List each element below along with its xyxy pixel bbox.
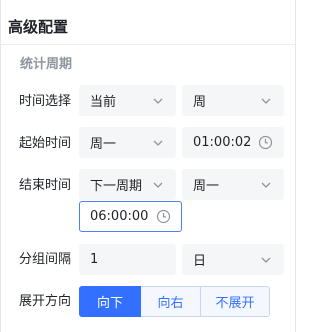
time-select-label: 时间选择 xyxy=(19,94,72,109)
time-select-unit-dropdown[interactable]: 周 xyxy=(182,85,284,116)
end-period-dropdown[interactable]: 下一周期 xyxy=(79,169,176,200)
expand-direction-label: 展开方向 xyxy=(19,294,72,309)
group-interval-input[interactable]: 1 xyxy=(79,244,176,275)
start-weekday-value: 周一 xyxy=(90,137,117,152)
chevron-down-icon xyxy=(153,98,163,104)
end-weekday-value: 周一 xyxy=(193,179,220,194)
group-interval-value: 1 xyxy=(90,252,99,267)
chevron-down-icon xyxy=(153,182,163,188)
chevron-down-icon xyxy=(261,182,271,188)
no-expand-option[interactable]: 不展开 xyxy=(201,286,270,317)
group-interval-unit-dropdown[interactable]: 日 xyxy=(182,244,284,275)
clock-icon xyxy=(156,209,171,224)
time-select-mode-value: 当前 xyxy=(90,95,117,110)
end-period-value: 下一周期 xyxy=(90,179,143,194)
expand-right-option[interactable]: 向右 xyxy=(141,286,201,317)
expand-direction-segmented-control: 向下 向右 不展开 xyxy=(79,286,270,317)
start-weekday-dropdown[interactable]: 周一 xyxy=(79,127,176,158)
expand-down-option[interactable]: 向下 xyxy=(79,286,141,317)
end-time-value: 06:00:00 xyxy=(90,209,149,224)
chevron-down-icon xyxy=(261,98,271,104)
end-time-label: 结束时间 xyxy=(19,178,72,193)
start-time-label: 起始时间 xyxy=(19,136,72,151)
start-time-picker[interactable]: 01:00:02 xyxy=(182,127,284,158)
section-title: 统计周期 xyxy=(20,57,73,72)
end-time-picker[interactable]: 06:00:00 xyxy=(79,201,182,232)
title-divider xyxy=(0,44,295,45)
chevron-down-icon xyxy=(153,140,163,146)
panel-left-border xyxy=(0,0,1,332)
chevron-down-icon xyxy=(261,257,271,263)
panel-right-border xyxy=(295,0,296,332)
time-select-mode-dropdown[interactable]: 当前 xyxy=(79,85,176,116)
start-time-value: 01:00:02 xyxy=(193,135,252,150)
group-interval-label: 分组间隔 xyxy=(19,252,72,267)
advanced-config-panel: 高级配置 统计周期 时间选择 当前 周 起始时间 周一 01:00:02 结束时… xyxy=(0,0,299,332)
end-weekday-dropdown[interactable]: 周一 xyxy=(182,169,284,200)
clock-icon xyxy=(258,135,273,150)
time-select-unit-value: 周 xyxy=(193,95,207,110)
panel-title: 高级配置 xyxy=(8,18,69,36)
group-interval-unit-value: 日 xyxy=(193,254,207,269)
